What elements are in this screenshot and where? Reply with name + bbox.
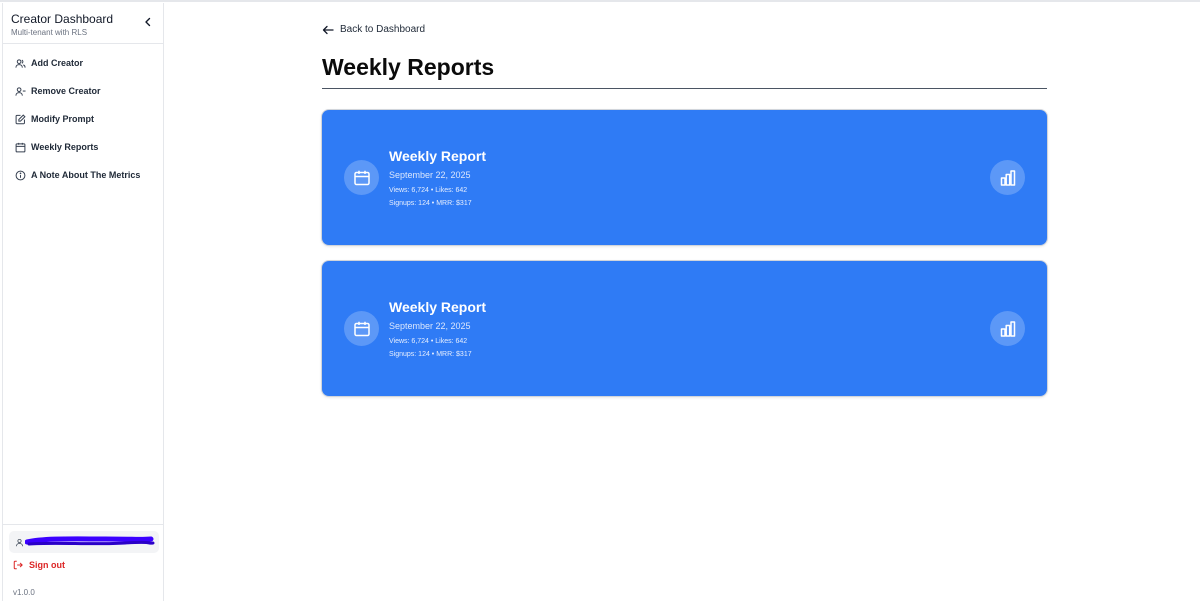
report-chart-button[interactable]: [990, 311, 1025, 346]
sidebar-item-add-creator[interactable]: Add Creator: [3, 51, 163, 75]
report-date: September 22, 2025: [389, 321, 471, 331]
sidebar-item-label: Remove Creator: [31, 86, 101, 96]
bar-chart-icon: [1000, 169, 1015, 186]
user-minus-icon: [14, 85, 26, 97]
sidebar-item-label: Modify Prompt: [31, 114, 94, 124]
sidebar-item-metrics-note[interactable]: A Note About The Metrics: [3, 163, 163, 187]
calendar-icon: [14, 141, 26, 153]
page-title: Weekly Reports: [322, 54, 495, 80]
bar-chart-icon: [1000, 320, 1015, 337]
report-date: September 22, 2025: [389, 170, 471, 180]
report-stats-revenue: Signups: 124 • MRR: $317: [389, 200, 472, 207]
app-root: Creator Dashboard Multi-tenant with RLS: [0, 0, 1200, 601]
sidebar-header: Creator Dashboard Multi-tenant with RLS: [3, 3, 163, 44]
report-calendar-badge: [344, 311, 379, 346]
back-link-label: Back to Dashboard: [340, 24, 426, 35]
report-stats-engagement: Views: 6,724 • Likes: 642: [389, 338, 468, 345]
sign-out-icon: [13, 560, 23, 570]
sidebar-item-weekly-reports[interactable]: Weekly Reports: [3, 135, 163, 159]
app-version: v1.0.0: [13, 588, 35, 597]
sign-out-button[interactable]: Sign out: [13, 560, 65, 570]
user-icon: [15, 538, 24, 546]
title-divider: [322, 88, 1047, 89]
top-border: [0, 0, 1200, 2]
report-title: Weekly Report: [389, 148, 486, 164]
app-subtitle: Multi-tenant with RLS: [11, 28, 88, 37]
sidebar-footer-divider: [3, 524, 163, 525]
calendar-icon: [353, 321, 370, 336]
edit-icon: [14, 113, 26, 125]
calendar-icon: [353, 170, 370, 185]
back-to-dashboard-link[interactable]: Back to Dashboard: [322, 24, 425, 35]
redacted-user-name: [25, 536, 155, 546]
report-stats-engagement: Views: 6,724 • Likes: 642: [389, 187, 468, 194]
sign-out-label: Sign out: [29, 560, 65, 570]
report-title: Weekly Report: [389, 299, 486, 315]
users-icon: [14, 57, 26, 69]
chevron-left-icon: [145, 17, 151, 27]
weekly-report-card[interactable]: Weekly Report September 22, 2025 Views: …: [322, 261, 1047, 396]
app-title: Creator Dashboard: [11, 12, 114, 26]
sidebar-item-modify-prompt[interactable]: Modify Prompt: [3, 107, 163, 131]
sidebar-item-label: Weekly Reports: [31, 142, 99, 152]
report-calendar-badge: [344, 160, 379, 195]
report-chart-button[interactable]: [990, 160, 1025, 195]
report-stats-revenue: Signups: 124 • MRR: $317: [389, 351, 472, 358]
arrow-left-icon: [322, 25, 334, 34]
sidebar-item-label: Add Creator: [31, 58, 84, 68]
collapse-sidebar-button[interactable]: [141, 15, 155, 29]
weekly-report-card[interactable]: Weekly Report September 22, 2025 Views: …: [322, 110, 1047, 245]
sidebar-item-label: A Note About The Metrics: [31, 170, 141, 180]
sidebar: Creator Dashboard Multi-tenant with RLS: [2, 3, 164, 601]
info-icon: [14, 169, 26, 181]
sidebar-item-remove-creator[interactable]: Remove Creator: [3, 79, 163, 103]
user-account-box[interactable]: [9, 531, 159, 553]
